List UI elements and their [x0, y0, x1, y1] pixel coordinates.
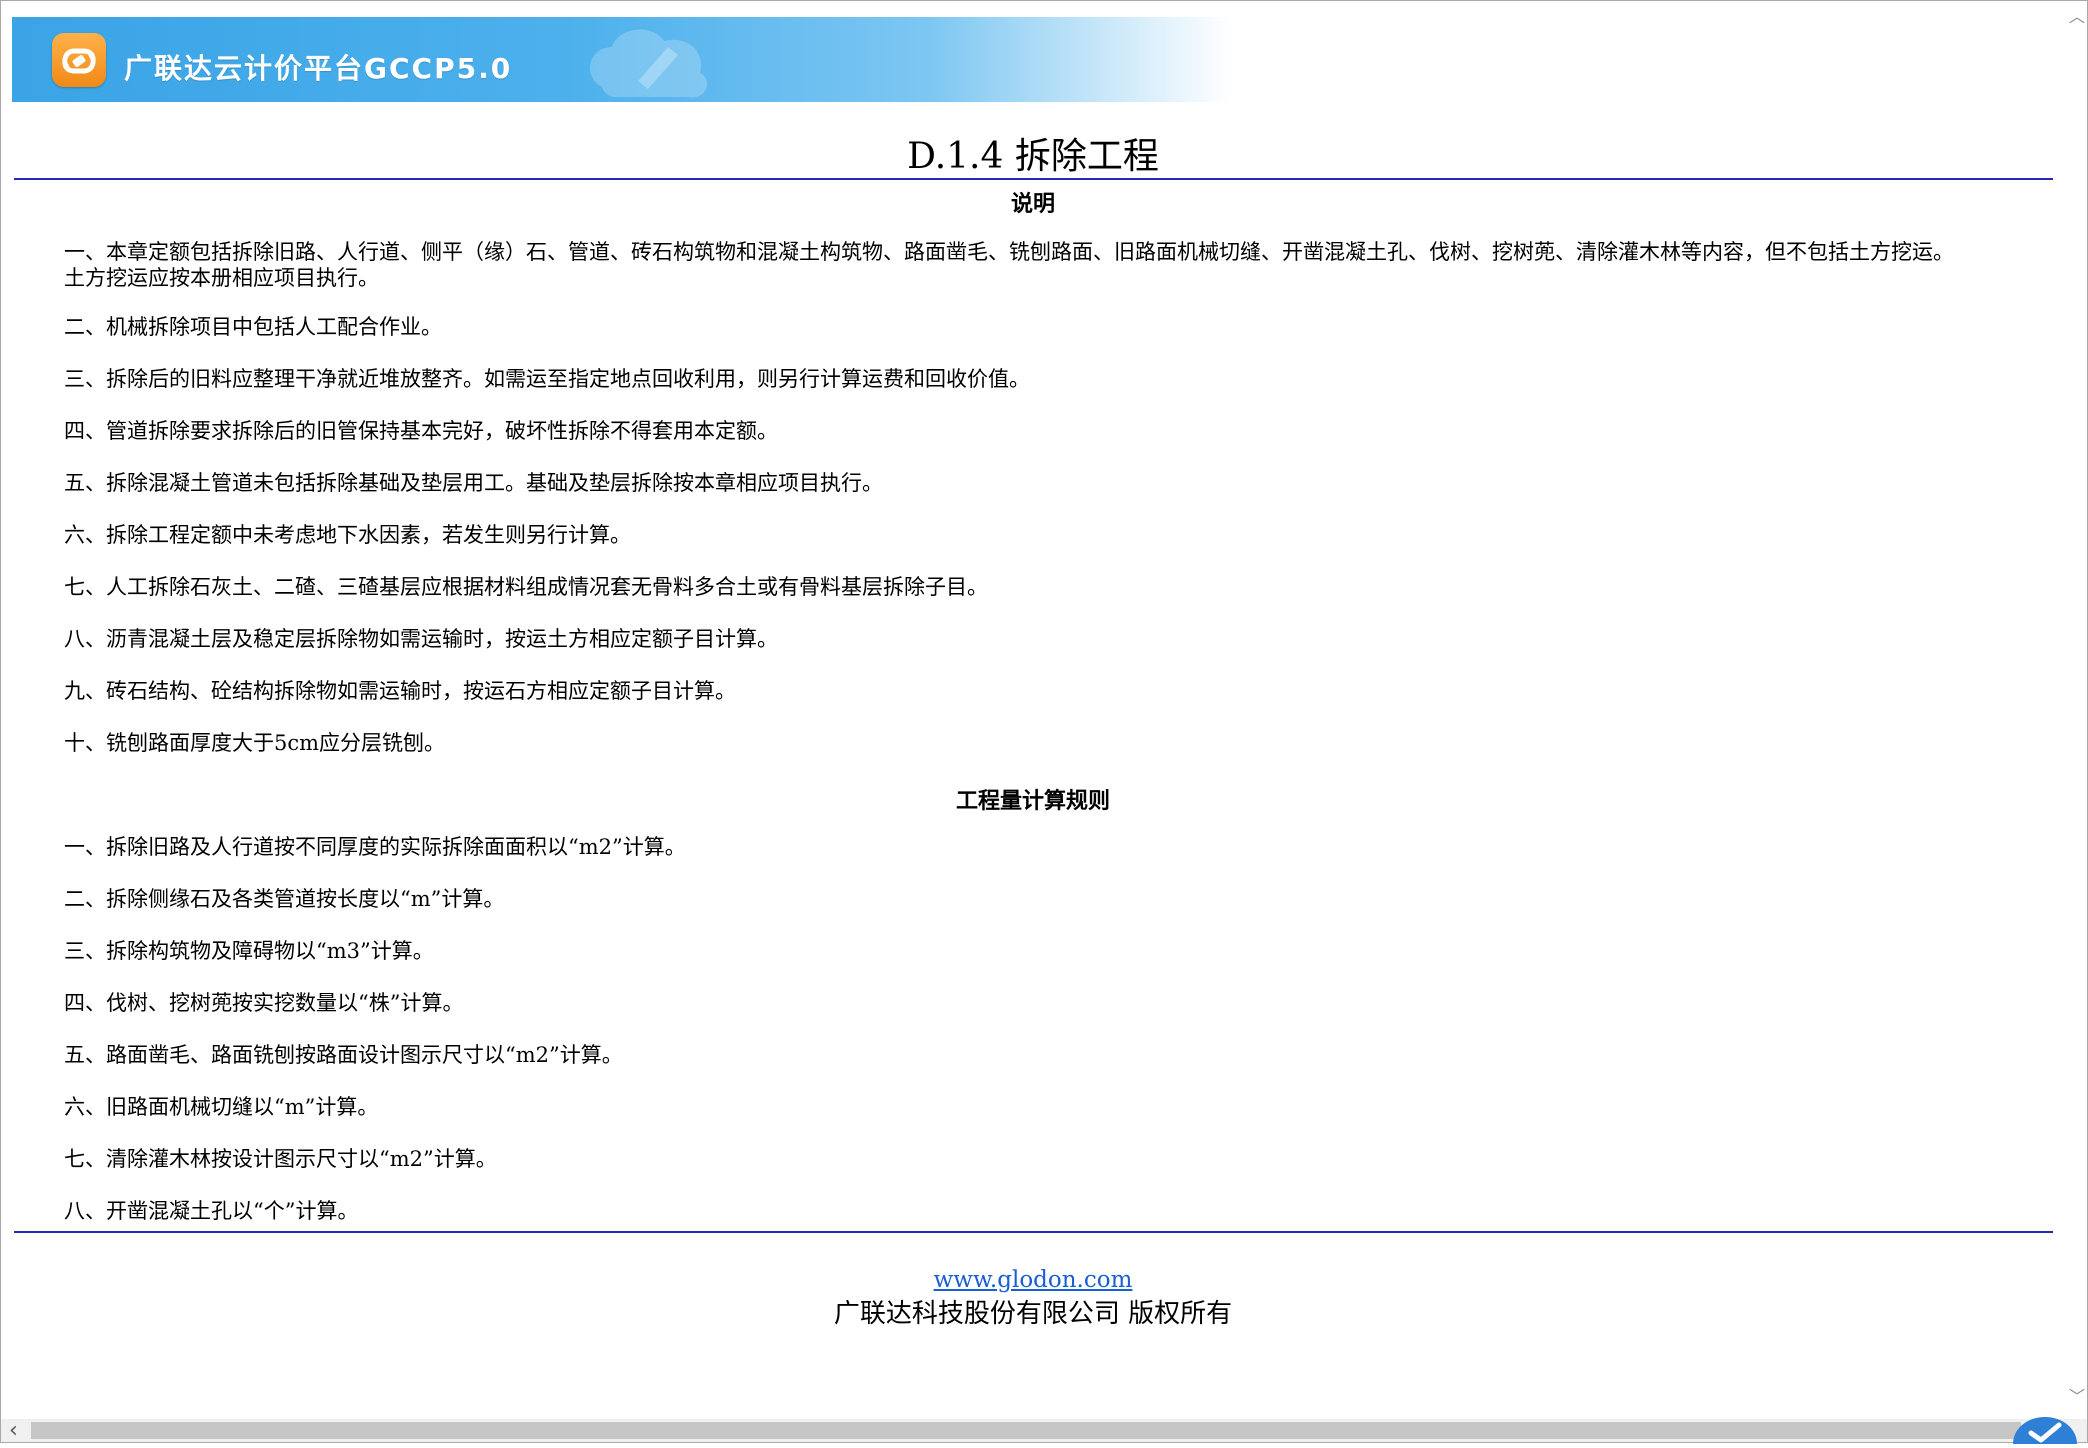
- cloud-watermark-icon: [582, 17, 722, 102]
- explanation-item: 七、人工拆除石灰土、二碴、三碴基层应根据材料组成情况套无骨料多合土或有骨料基层拆…: [64, 575, 988, 599]
- rule-item: 一、拆除旧路及人行道按不同厚度的实际拆除面面积以“m2”计算。: [64, 835, 686, 859]
- explanation-item: 六、拆除工程定额中未考虑地下水因素，若发生则另行计算。: [64, 523, 631, 547]
- rule-item: 三、拆除构筑物及障碍物以“m3”计算。: [64, 939, 434, 963]
- glodon-logo-icon: [52, 33, 106, 87]
- horizontal-scrollbar[interactable]: ‹: [1, 1419, 2087, 1442]
- title-divider: [14, 178, 2053, 180]
- footer-link-wrapper: www.glodon.com: [1, 1267, 2065, 1293]
- rules-heading: 工程量计算规则: [955, 788, 1110, 814]
- glodon-website-link[interactable]: www.glodon.com: [934, 1267, 1133, 1293]
- rule-item: 二、拆除侧缘石及各类管道按长度以“m”计算。: [64, 887, 505, 911]
- explanation-item: 三、拆除后的旧料应整理干净就近堆放整齐。如需运至指定地点回收利用，则另行计算运费…: [64, 367, 1030, 391]
- help-window: 广联达云计价平台GCCP5.0 D.1.4 拆除工程 说明 一、本章定额包括拆除…: [0, 0, 2088, 1444]
- rule-item: 八、开凿混凝土孔以“个”计算。: [64, 1199, 359, 1223]
- copyright-text: 广联达科技股份有限公司 版权所有: [833, 1299, 1233, 1329]
- explanation-item: 一、本章定额包括拆除旧路、人行道、侧平（缘）石、管道、砖石构筑物和混凝土构筑物、…: [64, 240, 1954, 290]
- rule-item: 五、路面凿毛、路面铣刨按路面设计图示尺寸以“m2”计算。: [64, 1043, 623, 1067]
- rule-item: 四、伐树、挖树蔸按实挖数量以“株”计算。: [64, 991, 464, 1015]
- scroll-up-arrow-icon[interactable]: ︿: [2067, 3, 2087, 26]
- app-title: 广联达云计价平台GCCP5.0: [124, 52, 513, 85]
- corner-check-icon: [2003, 1409, 2087, 1444]
- app-banner: 广联达云计价平台GCCP5.0: [12, 17, 1232, 102]
- explanation-item: 十、铣刨路面厚度大于5cm应分层铣刨。: [64, 731, 446, 755]
- explanation-heading: 说明: [1010, 191, 1055, 217]
- explanation-item: 四、管道拆除要求拆除后的旧管保持基本完好，破坏性拆除不得套用本定额。: [64, 419, 778, 443]
- explanation-item: 二、机械拆除项目中包括人工配合作业。: [64, 315, 442, 339]
- scroll-down-arrow-icon[interactable]: ﹀: [2067, 1383, 2087, 1406]
- page-title: D.1.4 拆除工程: [907, 136, 1159, 177]
- rule-item: 七、清除灌木林按设计图示尺寸以“m2”计算。: [64, 1147, 497, 1171]
- horizontal-scroll-thumb[interactable]: [31, 1422, 2021, 1439]
- rule-item: 六、旧路面机械切缝以“m”计算。: [64, 1095, 379, 1119]
- explanation-item: 九、砖石结构、砼结构拆除物如需运输时，按运石方相应定额子目计算。: [64, 679, 736, 703]
- explanation-item: 八、沥青混凝土层及稳定层拆除物如需运输时，按运土方相应定额子目计算。: [64, 627, 778, 651]
- footer-divider: [14, 1231, 2053, 1233]
- scroll-left-arrow-icon[interactable]: ‹: [9, 1419, 29, 1442]
- explanation-item: 五、拆除混凝土管道未包括拆除基础及垫层用工。基础及垫层拆除按本章相应项目执行。: [64, 471, 883, 495]
